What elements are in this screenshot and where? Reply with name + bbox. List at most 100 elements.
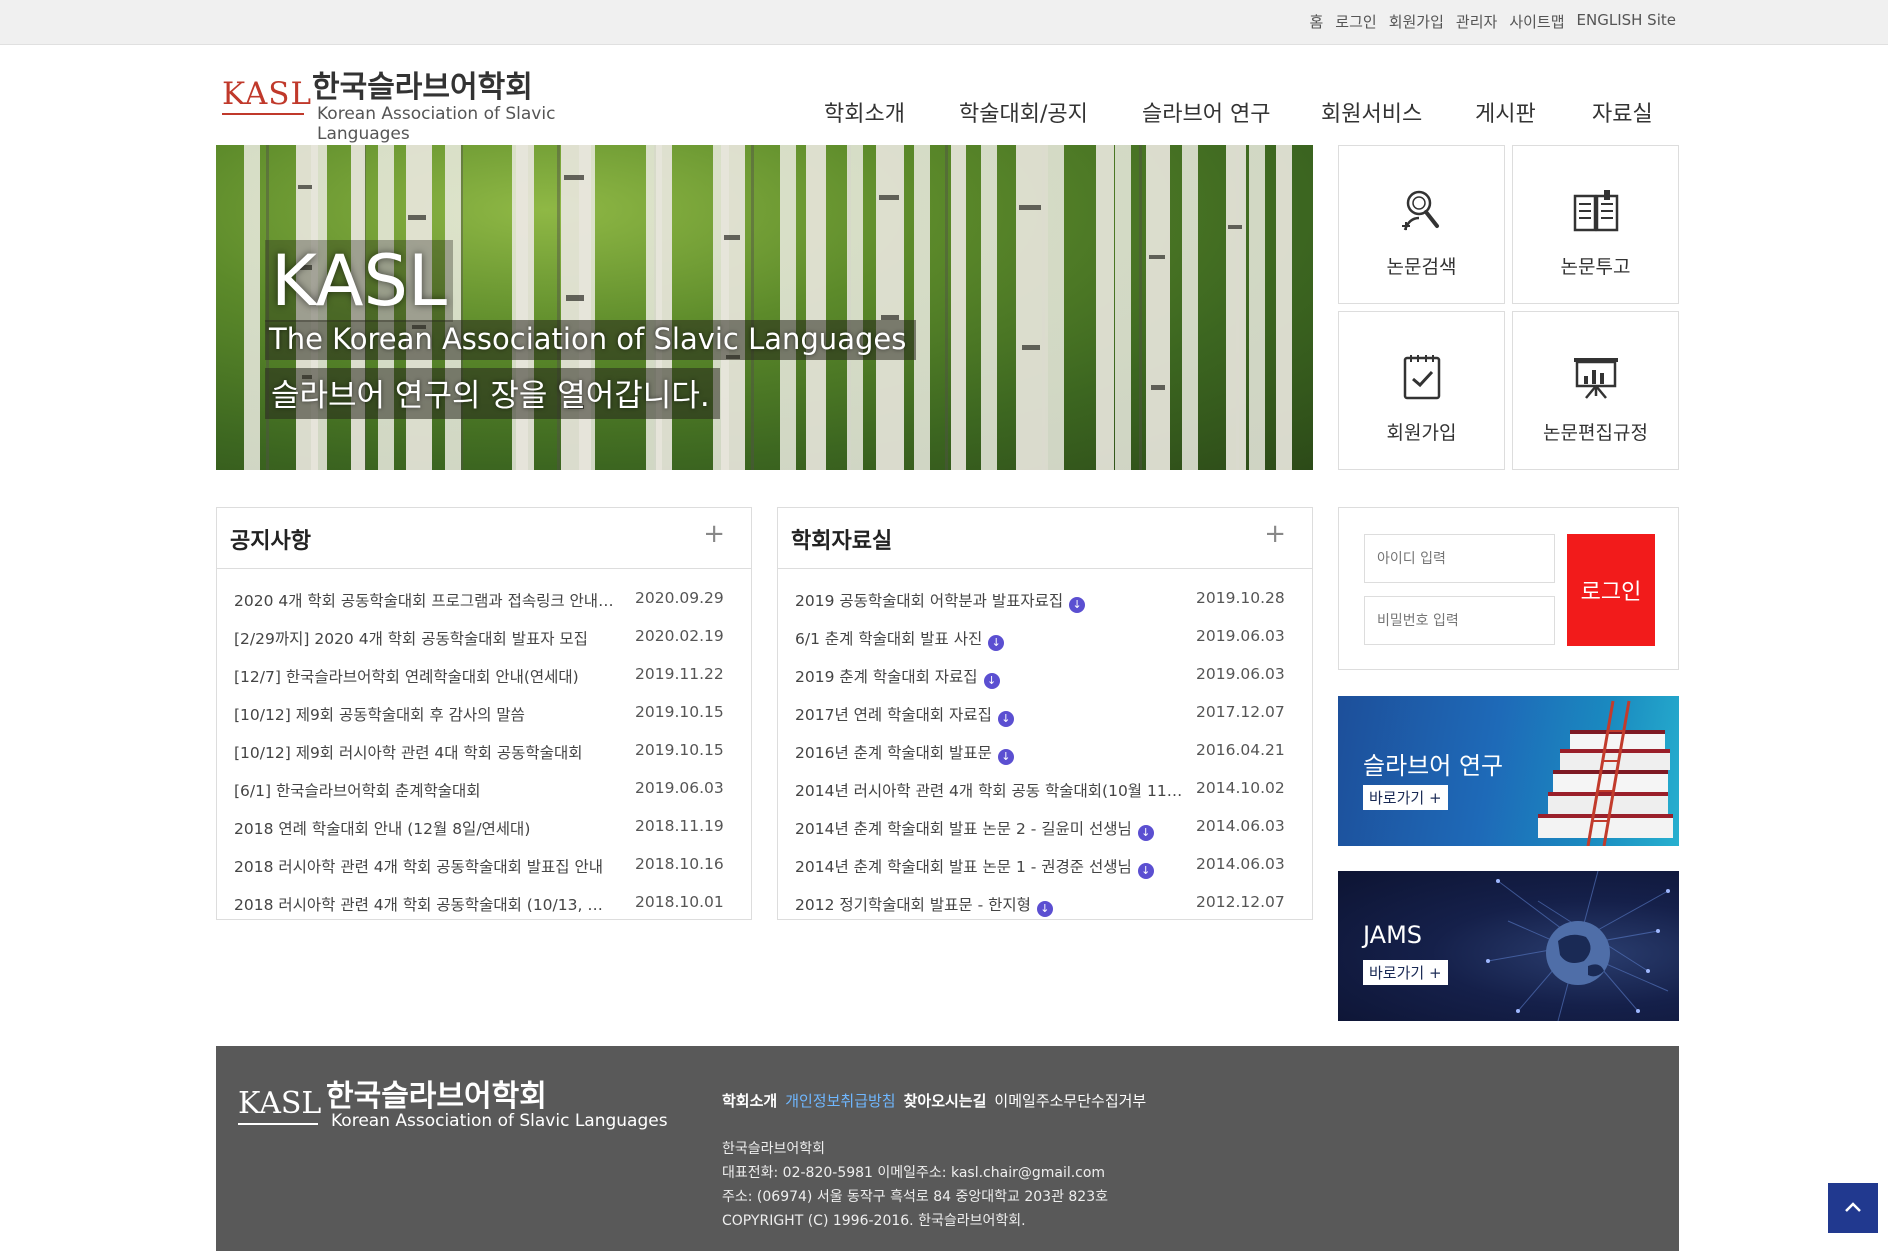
notice-title[interactable]: [6/1] 한국슬라브어학회 춘계학술대회 <box>234 779 614 801</box>
notice-title[interactable]: [2/29까지] 2020 4개 학회 공동학술대회 발표자 모집 <box>234 627 614 649</box>
notice-title[interactable]: [10/12] 제9회 공동학술대회 후 감사의 말씀 <box>234 703 614 725</box>
notice-title[interactable]: 2018 연례 학술대회 안내 (12월 8일/연세대) <box>234 817 614 839</box>
notice-date: 2020.02.19 <box>635 627 724 645</box>
list-item[interactable]: 6/1 춘계 학술대회 발표 사진 ↓ 2019.06.03 <box>778 618 1312 656</box>
list-item[interactable]: 2012 정기학술대회 발표문 - 한지형 ↓ 2012.12.07 <box>778 884 1312 922</box>
admin-link[interactable]: 관리자 <box>1456 11 1497 32</box>
quick-paper-search[interactable]: 논문검색 <box>1338 145 1505 304</box>
archive-title-text: 2019 공동학술대회 어학분과 발표자료집 <box>795 592 1064 610</box>
main-nav: 학회소개 학술대회/공지 슬라브어 연구 회원서비스 게시판 자료실 <box>0 96 1888 128</box>
list-item[interactable]: [12/7] 한국슬라브어학회 연례학술대회 안내(연세대) 2019.11.22 <box>217 656 751 694</box>
password-input[interactable] <box>1364 596 1555 645</box>
login-link[interactable]: 로그인 <box>1335 11 1376 32</box>
list-item[interactable]: [6/1] 한국슬라브어학회 춘계학술대회 2019.06.03 <box>217 770 751 808</box>
home-link[interactable]: 홈 <box>1309 11 1323 32</box>
slavic-research-banner[interactable]: 슬라브어 연구 바로가기 + <box>1338 696 1679 846</box>
sitemap-link[interactable]: 사이트맵 <box>1509 11 1564 32</box>
nav-item-research[interactable]: 슬라브어 연구 <box>1142 96 1270 128</box>
download-icon[interactable]: ↓ <box>1036 901 1053 917</box>
notice-title[interactable]: 2020 4개 학회 공동학술대회 프로그램과 접속링크 안내 (1... <box>234 589 614 611</box>
notice-title[interactable]: 2018 러시아학 관련 4개 학회 공동학술대회 발표집 안내 <box>234 855 614 877</box>
archive-title[interactable]: 2014년 춘계 학술대회 발표 논문 1 - 권경준 선생님 ↓ <box>795 855 1185 879</box>
archive-title[interactable]: 2017년 연례 학술대회 자료집 ↓ <box>795 703 1185 727</box>
notice-date: 2020.09.29 <box>635 589 724 607</box>
notice-title[interactable]: [12/7] 한국슬라브어학회 연례학술대회 안내(연세대) <box>234 665 614 687</box>
list-item[interactable]: [10/12] 제9회 공동학술대회 후 감사의 말씀 2019.10.15 <box>217 694 751 732</box>
archive-title-text: 2019 춘계 학술대회 자료집 <box>795 668 978 686</box>
nav-item-archive[interactable]: 자료실 <box>1592 96 1653 128</box>
list-item[interactable]: 2019 공동학술대회 어학분과 발표자료집 ↓ 2019.10.28 <box>778 580 1312 618</box>
list-item[interactable]: 2020 4개 학회 공동학술대회 프로그램과 접속링크 안내 (1... 202… <box>217 580 751 618</box>
download-icon[interactable]: ↓ <box>983 673 1000 689</box>
search-person-icon <box>1402 190 1439 231</box>
archive-panel-title: 학회자료실 <box>791 529 893 554</box>
list-item[interactable]: 2014년 춘계 학술대회 발표 논문 2 - 길윤미 선생님 ↓ 2014.06.… <box>778 808 1312 846</box>
list-item[interactable]: 2019 춘계 학술대회 자료집 ↓ 2019.06.03 <box>778 656 1312 694</box>
signup-link[interactable]: 회원가입 <box>1389 11 1444 32</box>
footer-contact: 대표전화: 02-820-5981 이메일주소: kasl.chair@gmai… <box>722 1165 1106 1181</box>
list-item[interactable]: [10/12] 제9회 러시아학 관련 4대 학회 공동학술대회 2019.10.… <box>217 732 751 770</box>
nav-item-board[interactable]: 게시판 <box>1475 96 1536 128</box>
notice-more-button[interactable]: + <box>703 519 725 549</box>
download-icon[interactable]: ↓ <box>1137 825 1154 841</box>
download-icon[interactable]: ↓ <box>997 711 1014 727</box>
scroll-to-top-button[interactable] <box>1828 1183 1878 1233</box>
archive-title[interactable]: 2019 공동학술대회 어학분과 발표자료집 ↓ <box>795 589 1185 613</box>
nav-item-member[interactable]: 회원서비스 <box>1321 96 1422 128</box>
download-icon[interactable]: ↓ <box>1069 597 1086 613</box>
banner-title: JAMS <box>1363 921 1423 949</box>
archive-title-text: 6/1 춘계 학술대회 발표 사진 <box>795 630 983 648</box>
login-button[interactable]: 로그인 <box>1567 534 1655 646</box>
list-item[interactable]: [2/29까지] 2020 4개 학회 공동학술대회 발표자 모집 2020.02… <box>217 618 751 656</box>
quick-paper-submit[interactable]: 논문투고 <box>1512 145 1679 304</box>
notice-date: 2018.10.16 <box>635 855 724 873</box>
banner-title: 슬라브어 연구 <box>1363 752 1504 780</box>
archive-date: 2014.06.03 <box>1196 817 1285 835</box>
footer: KASL 한국슬라브어학회 Korean Association of Slav… <box>216 1046 1679 1251</box>
download-icon[interactable]: ↓ <box>997 749 1014 765</box>
jams-banner[interactable]: JAMS 바로가기 + <box>1338 871 1679 1021</box>
footer-link-privacy[interactable]: 개인정보취급방침 <box>785 1090 895 1111</box>
download-icon[interactable]: ↓ <box>988 635 1005 651</box>
notice-date: 2018.11.19 <box>635 817 724 835</box>
notice-date: 2019.11.22 <box>635 665 724 683</box>
notice-title[interactable]: [10/12] 제9회 러시아학 관련 4대 학회 공동학술대회 <box>234 741 614 763</box>
open-book-icon <box>1573 190 1619 232</box>
archive-title[interactable]: 6/1 춘계 학술대회 발표 사진 ↓ <box>795 627 1185 651</box>
archive-title[interactable]: 2014년 러시아학 관련 4개 학회 공동 학술대회(10월 11일... <box>795 779 1185 801</box>
nav-item-conference[interactable]: 학술대회/공지 <box>959 96 1088 128</box>
archive-date: 2012.12.07 <box>1196 893 1285 911</box>
archive-title-text: 2014년 춘계 학술대회 발표 논문 1 - 권경준 선생님 <box>795 858 1132 876</box>
english-site-link[interactable]: ENGLISH Site <box>1577 11 1676 32</box>
archive-title-text: 2017년 연례 학술대회 자료집 <box>795 706 992 724</box>
download-icon[interactable]: ↓ <box>1137 863 1154 879</box>
archive-panel-header: 학회자료실 + <box>778 508 1312 569</box>
presentation-board-icon <box>1574 358 1618 399</box>
footer-link-about[interactable]: 학회소개 <box>722 1090 777 1111</box>
footer-links: 학회소개 개인정보취급방침 찾아오시는길 이메일주소무단수집거부 <box>722 1090 1146 1111</box>
banner-link[interactable]: 바로가기 + <box>1363 960 1448 985</box>
footer-link-email-policy[interactable]: 이메일주소무단수집거부 <box>994 1090 1146 1111</box>
list-item[interactable]: 2017년 연례 학술대회 자료집 ↓ 2017.12.07 <box>778 694 1312 732</box>
utility-links: 홈 로그인 회원가입 관리자 사이트맵 ENGLISH Site <box>1309 11 1676 32</box>
notice-date: 2019.10.15 <box>635 703 724 721</box>
notice-title[interactable]: 2018 러시아학 관련 4개 학회 공동학술대회 (10/13, 연세... <box>234 893 614 915</box>
id-input[interactable] <box>1364 534 1555 583</box>
footer-logo-underline <box>238 1123 318 1125</box>
archive-more-button[interactable]: + <box>1264 519 1286 549</box>
archive-title[interactable]: 2016년 춘계 학술대회 발표문 ↓ <box>795 741 1185 765</box>
nav-item-about[interactable]: 학회소개 <box>824 96 905 128</box>
list-item[interactable]: 2014년 러시아학 관련 4개 학회 공동 학술대회(10월 11일... 20… <box>778 770 1312 808</box>
list-item[interactable]: 2016년 춘계 학술대회 발표문 ↓ 2016.04.21 <box>778 732 1312 770</box>
footer-link-directions[interactable]: 찾아오시는길 <box>904 1090 987 1111</box>
archive-title[interactable]: 2012 정기학술대회 발표문 - 한지형 ↓ <box>795 893 1185 917</box>
list-item[interactable]: 2018 러시아학 관련 4개 학회 공동학술대회 (10/13, 연세... 2… <box>217 884 751 922</box>
quick-member-join[interactable]: 회원가입 <box>1338 311 1505 470</box>
list-item[interactable]: 2014년 춘계 학술대회 발표 논문 1 - 권경준 선생님 ↓ 2014.06.… <box>778 846 1312 884</box>
banner-link[interactable]: 바로가기 + <box>1363 785 1448 810</box>
quick-editorial-rules[interactable]: 논문편집규정 <box>1512 311 1679 470</box>
archive-title[interactable]: 2019 춘계 학술대회 자료집 ↓ <box>795 665 1185 689</box>
list-item[interactable]: 2018 연례 학술대회 안내 (12월 8일/연세대) 2018.11.19 <box>217 808 751 846</box>
archive-title[interactable]: 2014년 춘계 학술대회 발표 논문 2 - 길윤미 선생님 ↓ <box>795 817 1185 841</box>
list-item[interactable]: 2018 러시아학 관련 4개 학회 공동학술대회 발표집 안내 2018.10.… <box>217 846 751 884</box>
